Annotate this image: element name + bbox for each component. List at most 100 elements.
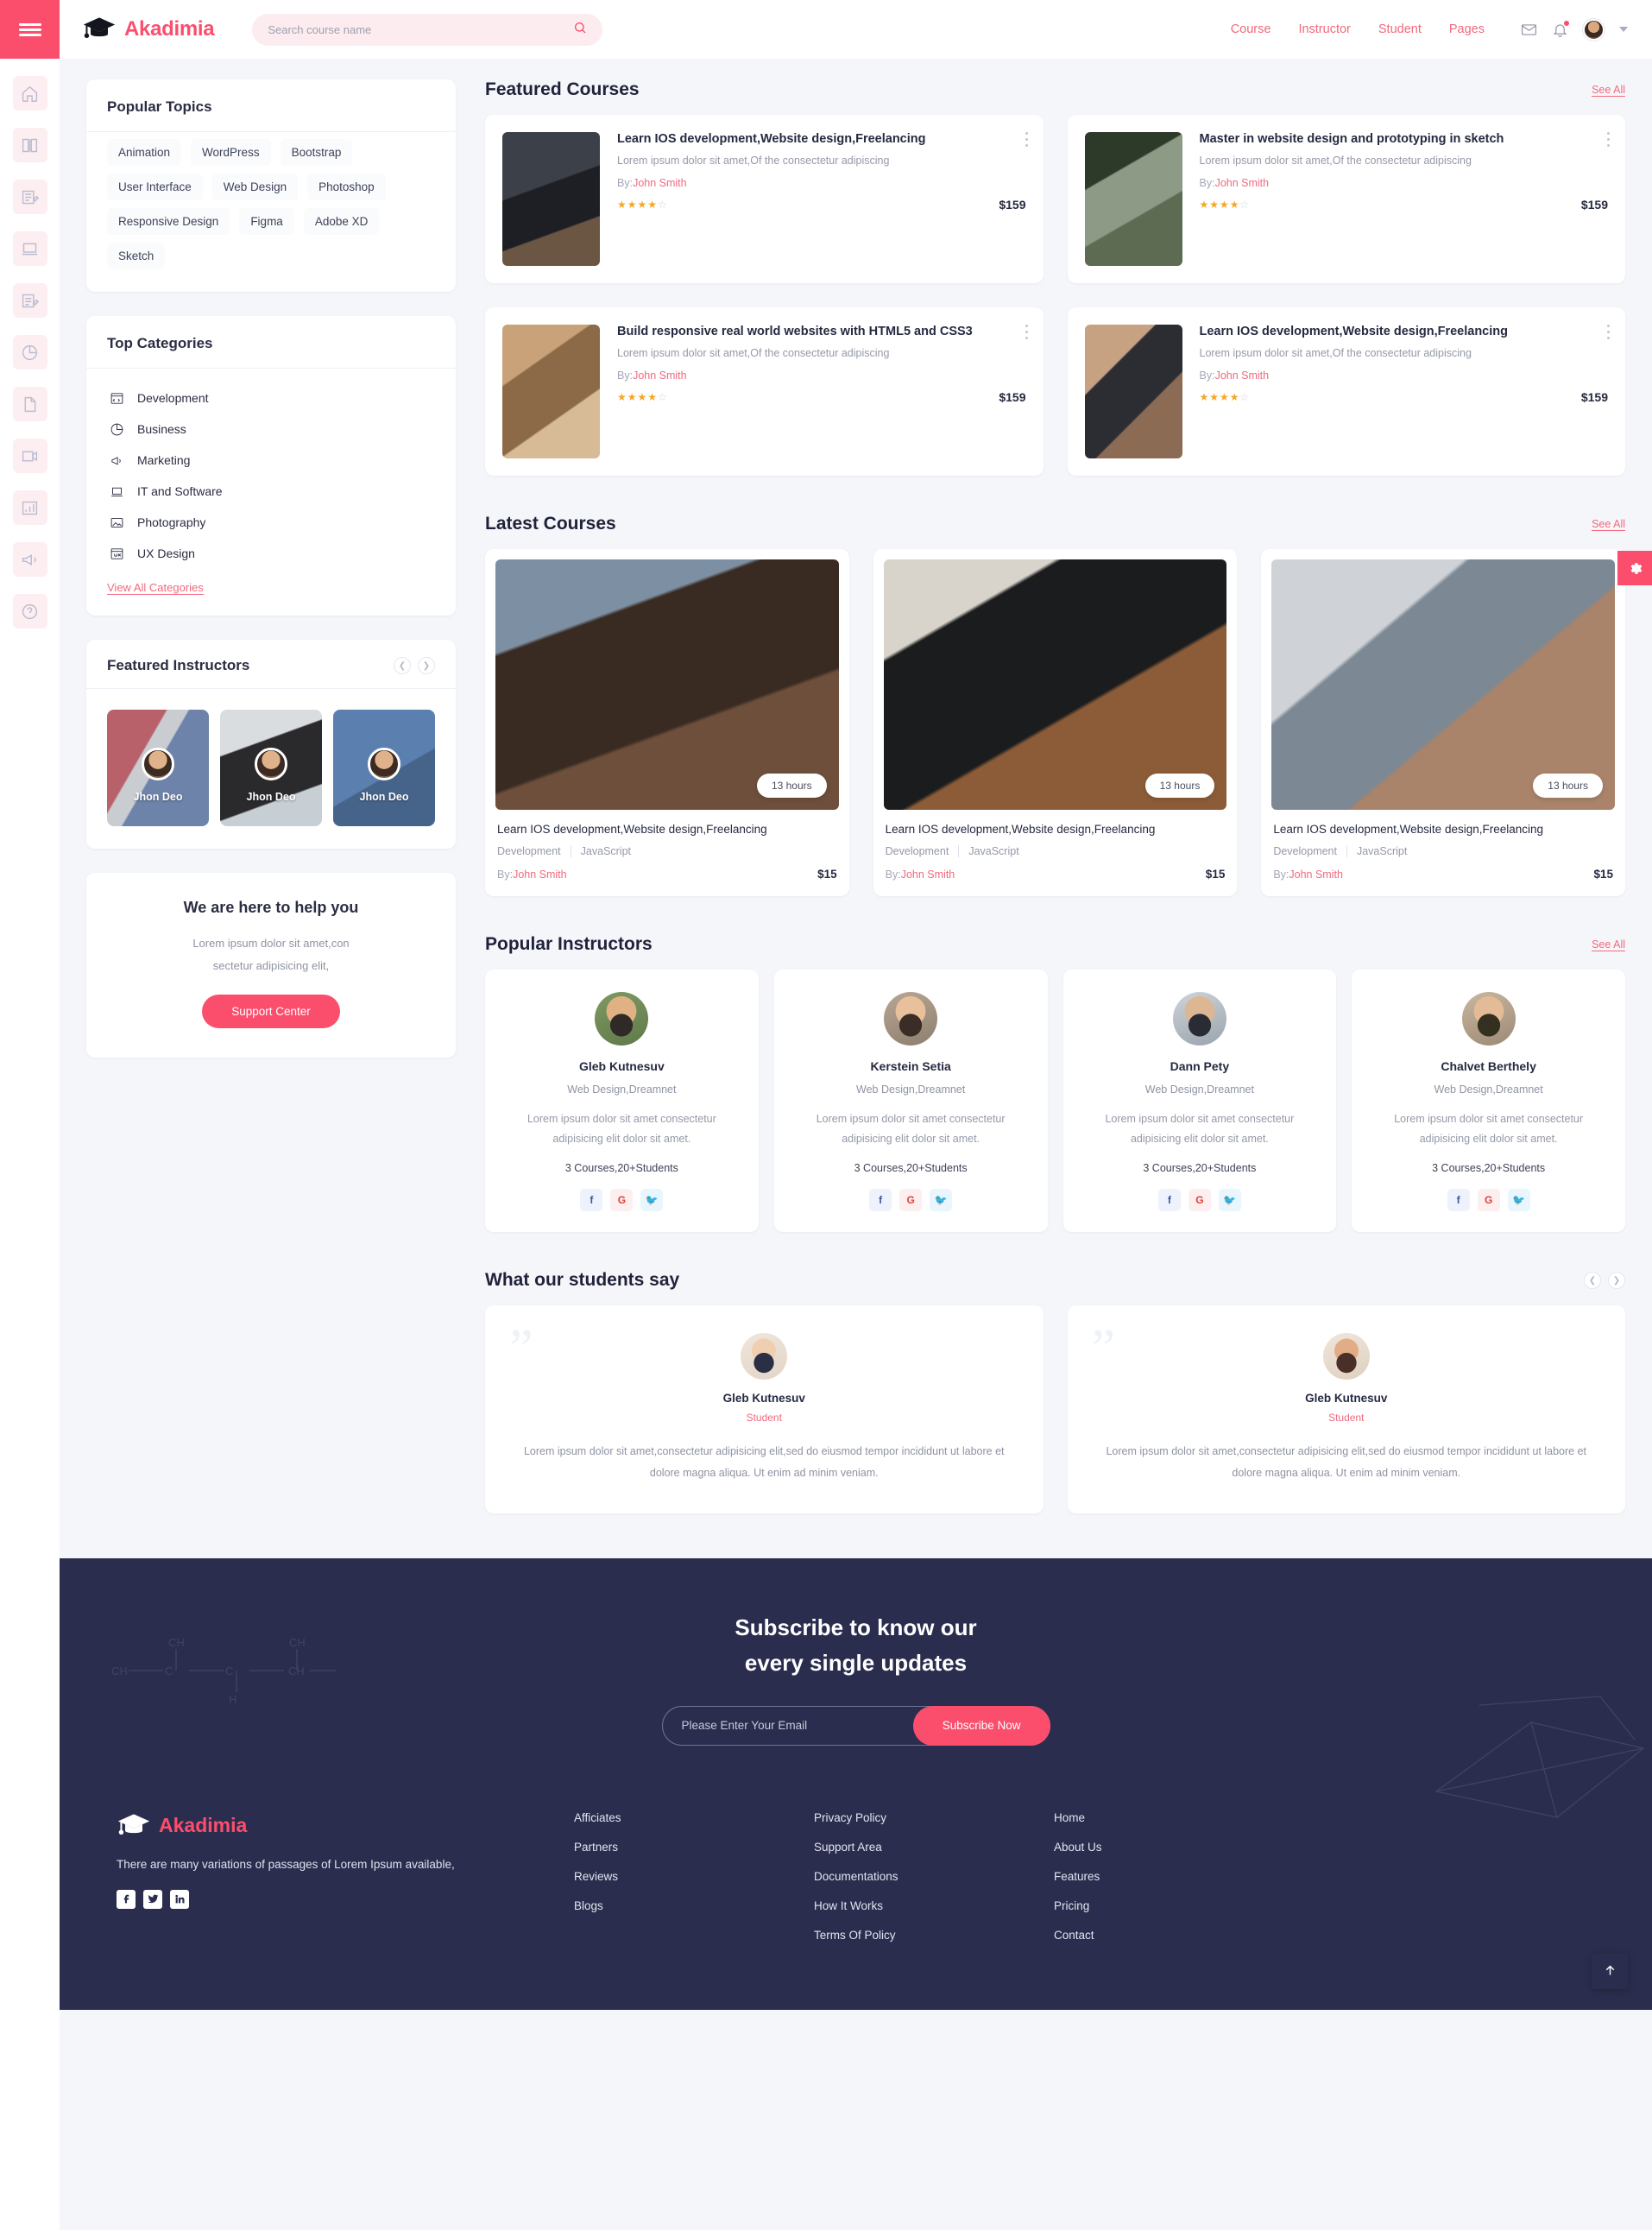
more-options-icon[interactable] xyxy=(1025,132,1028,150)
twitter-icon[interactable]: 🐦 xyxy=(1218,1189,1241,1212)
course-tag[interactable]: Development xyxy=(497,845,571,857)
brand-logo[interactable]: Akadimia xyxy=(82,15,215,44)
footer-link-documentations[interactable]: Documentations xyxy=(814,1870,1054,1883)
author-name[interactable]: John Smith xyxy=(633,177,687,189)
hamburger-icon[interactable] xyxy=(0,0,60,59)
footer-link-terms-of-policy[interactable]: Terms Of Policy xyxy=(814,1929,1054,1942)
video-icon[interactable] xyxy=(12,439,47,473)
subscribe-now-button[interactable]: Subscribe Now xyxy=(912,1705,1050,1746)
footer-link-support-area[interactable]: Support Area xyxy=(814,1841,1054,1854)
topic-chip-adobe-xd[interactable]: Adobe XD xyxy=(303,208,380,235)
see-all-popular-instructors[interactable]: See All xyxy=(1592,938,1625,951)
email-input[interactable] xyxy=(681,1719,913,1733)
chevron-right-icon[interactable]: ❯ xyxy=(418,657,435,674)
category-business[interactable]: Business xyxy=(86,414,456,445)
footer-logo[interactable]: Akadimia xyxy=(117,1811,574,1841)
facebook-icon[interactable]: f xyxy=(869,1189,892,1212)
footer-link-how-it-works[interactable]: How It Works xyxy=(814,1899,1054,1912)
google-icon[interactable]: G xyxy=(1188,1189,1211,1212)
avatar[interactable] xyxy=(1583,18,1605,41)
assignment-icon[interactable] xyxy=(12,283,47,318)
author-name[interactable]: John Smith xyxy=(513,869,567,881)
twitter-icon[interactable]: 🐦 xyxy=(930,1189,953,1212)
facebook-icon[interactable]: f xyxy=(580,1189,603,1212)
home-icon[interactable] xyxy=(12,76,47,111)
linkedin-icon[interactable] xyxy=(170,1889,189,1909)
topic-chip-responsive-design[interactable]: Responsive Design xyxy=(107,208,230,235)
more-options-icon[interactable] xyxy=(1607,325,1610,343)
view-all-categories-link[interactable]: View All Categories xyxy=(107,581,204,595)
category-photography[interactable]: Photography xyxy=(86,507,456,538)
twitter-icon[interactable] xyxy=(143,1889,162,1909)
course-tag[interactable]: JavaScript xyxy=(570,845,641,857)
footer-link-reviews[interactable]: Reviews xyxy=(574,1870,814,1883)
nav-link-student[interactable]: Student xyxy=(1378,22,1422,36)
search-bar[interactable] xyxy=(252,13,603,46)
laptop-icon[interactable] xyxy=(12,231,47,266)
course-tag[interactable]: JavaScript xyxy=(958,845,1029,857)
course-tag[interactable]: Development xyxy=(1273,845,1346,857)
report-icon[interactable] xyxy=(12,490,47,525)
mail-icon[interactable] xyxy=(1521,22,1537,38)
file-icon[interactable] xyxy=(12,387,47,421)
latest-course-card[interactable]: 13 hours Learn IOS development,Website d… xyxy=(873,549,1238,896)
footer-link-features[interactable]: Features xyxy=(1054,1870,1294,1883)
instructor-card[interactable]: Chalvet Berthely Web Design,Dreamnet Lor… xyxy=(1352,970,1625,1233)
topic-chip-wordpress[interactable]: WordPress xyxy=(191,139,271,166)
nav-link-instructor[interactable]: Instructor xyxy=(1298,22,1350,36)
topic-chip-sketch[interactable]: Sketch xyxy=(107,243,166,269)
latest-course-card[interactable]: 13 hours Learn IOS development,Website d… xyxy=(485,549,849,896)
featured-instructor-card[interactable]: Jhon Deo xyxy=(107,710,209,826)
google-icon[interactable]: G xyxy=(1477,1189,1500,1212)
nav-link-pages[interactable]: Pages xyxy=(1449,22,1485,36)
see-all-featured-courses[interactable]: See All xyxy=(1592,84,1625,97)
category-development[interactable]: Development xyxy=(86,382,456,414)
google-icon[interactable]: G xyxy=(899,1189,923,1212)
featured-course-card[interactable]: Build responsive real world websites wit… xyxy=(485,307,1044,476)
chevron-right-icon[interactable]: ❯ xyxy=(1608,1272,1625,1290)
featured-instructor-card[interactable]: Jhon Deo xyxy=(333,710,435,826)
author-name[interactable]: John Smith xyxy=(633,370,687,382)
footer-link-afficiates[interactable]: Afficiates xyxy=(574,1811,814,1824)
footer-link-home[interactable]: Home xyxy=(1054,1811,1294,1824)
search-input[interactable] xyxy=(268,22,574,36)
topic-chip-bootstrap[interactable]: Bootstrap xyxy=(280,139,353,166)
category-it-and-software[interactable]: IT and Software xyxy=(86,476,456,507)
settings-gear-button[interactable] xyxy=(1617,551,1652,585)
topic-chip-photoshop[interactable]: Photoshop xyxy=(307,174,386,200)
featured-course-card[interactable]: Learn IOS development,Website design,Fre… xyxy=(485,115,1044,283)
megaphone-icon[interactable] xyxy=(12,542,47,577)
facebook-icon[interactable] xyxy=(117,1889,136,1909)
footer-link-blogs[interactable]: Blogs xyxy=(574,1899,814,1912)
course-tag[interactable]: JavaScript xyxy=(1346,845,1417,857)
footer-link-about-us[interactable]: About Us xyxy=(1054,1841,1294,1854)
instructor-card[interactable]: Gleb Kutnesuv Web Design,Dreamnet Lorem … xyxy=(485,970,759,1233)
topic-chip-animation[interactable]: Animation xyxy=(107,139,182,166)
instructor-card[interactable]: Kerstein Setia Web Design,Dreamnet Lorem… xyxy=(773,970,1048,1233)
more-options-icon[interactable] xyxy=(1607,132,1610,150)
book-icon[interactable] xyxy=(12,128,47,162)
topic-chip-web-design[interactable]: Web Design xyxy=(211,174,299,200)
more-options-icon[interactable] xyxy=(1025,325,1028,343)
support-center-button[interactable]: Support Center xyxy=(202,995,340,1028)
search-icon[interactable] xyxy=(573,21,587,39)
help-icon[interactable] xyxy=(12,594,47,629)
bell-icon[interactable] xyxy=(1552,20,1569,38)
twitter-icon[interactable]: 🐦 xyxy=(1507,1189,1530,1212)
featured-course-card[interactable]: Master in website design and prototyping… xyxy=(1067,115,1625,283)
nav-link-course[interactable]: Course xyxy=(1231,22,1271,36)
see-all-latest-courses[interactable]: See All xyxy=(1592,518,1625,531)
author-name[interactable]: John Smith xyxy=(1215,177,1270,189)
category-ux-design[interactable]: UX Design xyxy=(86,538,456,569)
course-tag[interactable]: Development xyxy=(886,845,959,857)
chevron-left-icon[interactable]: ❮ xyxy=(1584,1272,1601,1290)
footer-link-partners[interactable]: Partners xyxy=(574,1841,814,1854)
chart-pie-icon[interactable] xyxy=(12,335,47,370)
category-marketing[interactable]: Marketing xyxy=(86,445,456,476)
chevron-left-icon[interactable]: ❮ xyxy=(394,657,411,674)
chevron-down-icon[interactable] xyxy=(1619,27,1628,32)
facebook-icon[interactable]: f xyxy=(1157,1189,1181,1212)
author-name[interactable]: John Smith xyxy=(901,869,955,881)
twitter-icon[interactable]: 🐦 xyxy=(640,1189,664,1212)
facebook-icon[interactable]: f xyxy=(1447,1189,1470,1212)
